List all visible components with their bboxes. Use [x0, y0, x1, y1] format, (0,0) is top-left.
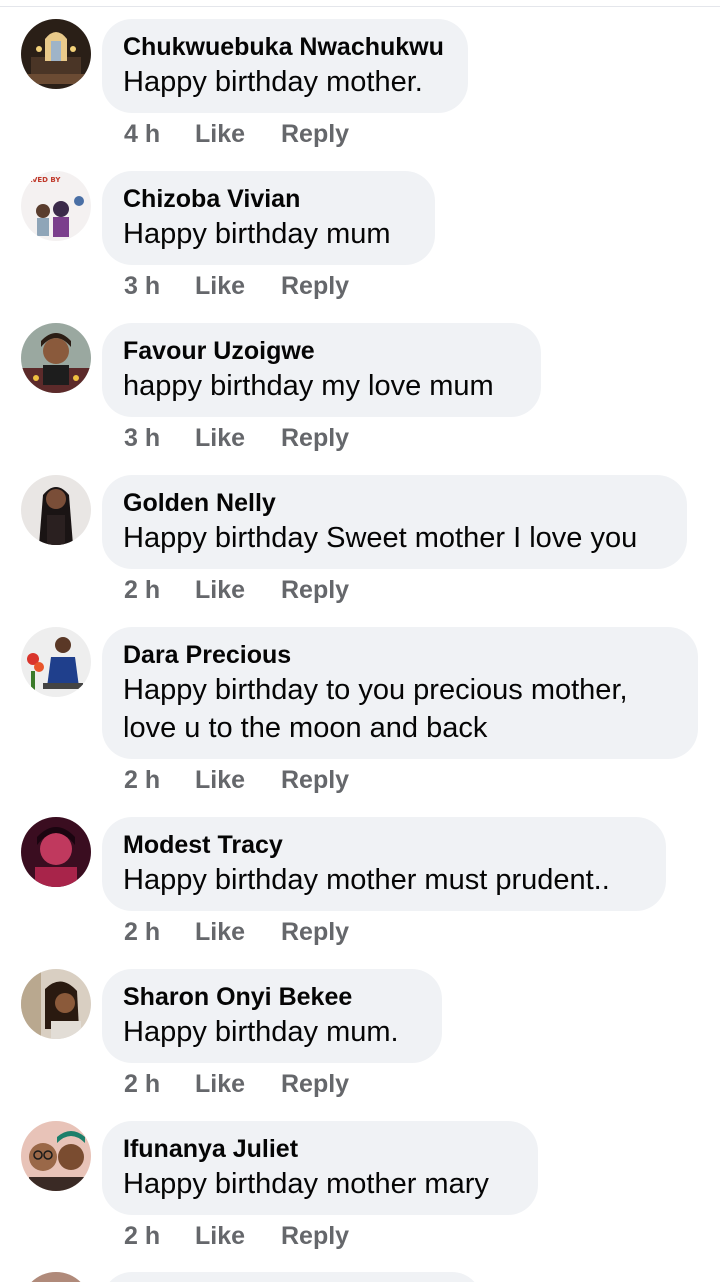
comment-actions: 2 h Like Reply — [124, 575, 349, 605]
comment-actions: 2 h Like Reply — [124, 765, 349, 795]
comment-author[interactable]: Dara Precious — [123, 639, 676, 671]
comment-text: Happy birthday mother must prudent.. — [123, 864, 610, 896]
comment-bubble[interactable]: Modest Tracy Happy birthday mother must … — [102, 817, 666, 911]
woman-seated-flowers-avatar[interactable] — [21, 627, 91, 697]
like-button[interactable]: Like — [195, 423, 281, 453]
comment-bubble[interactable] — [102, 1272, 482, 1282]
reply-button[interactable]: Reply — [281, 1069, 349, 1099]
comment-text-line: love u to the moon and back — [123, 712, 488, 744]
svg-text:AVED BY: AVED BY — [27, 176, 61, 184]
comment-time: 4 h — [124, 120, 161, 148]
like-button[interactable]: Like — [195, 271, 281, 301]
like-button[interactable]: Like — [195, 575, 281, 605]
comment-text: Happy birthday mum — [123, 218, 391, 250]
comment-text-line: Happy birthday to you precious mother, — [123, 674, 628, 706]
comment-time: 2 h — [124, 918, 161, 946]
comment-text: Happy birthday mother. — [123, 66, 423, 98]
comment-author[interactable]: Modest Tracy — [123, 829, 644, 861]
comment-bubble[interactable]: Chukwuebuka Nwachukwu Happy birthday mot… — [102, 19, 468, 113]
comment-actions: 2 h Like Reply — [124, 1069, 349, 1099]
comment-actions: 2 h Like Reply — [124, 917, 349, 947]
reply-button[interactable]: Reply — [281, 119, 349, 149]
reply-button[interactable]: Reply — [281, 1221, 349, 1251]
reply-button[interactable]: Reply — [281, 765, 349, 795]
comment-author[interactable]: Golden Nelly — [123, 487, 665, 519]
reply-button[interactable]: Reply — [281, 575, 349, 605]
comment-bubble[interactable]: Sharon Onyi Bekee Happy birthday mum. — [102, 969, 442, 1063]
woman-portrait-avatar[interactable] — [21, 323, 91, 393]
like-button[interactable]: Like — [195, 119, 281, 149]
comment-time: 2 h — [124, 1222, 161, 1250]
comment-actions: 4 h Like Reply — [124, 119, 349, 149]
reply-button[interactable]: Reply — [281, 423, 349, 453]
couple-banner-avatar[interactable]: AVED BY — [21, 171, 91, 241]
like-button[interactable]: Like — [195, 1069, 281, 1099]
like-button[interactable]: Like — [195, 765, 281, 795]
comments-feed: Chukwuebuka Nwachukwu Happy birthday mot… — [0, 0, 720, 1282]
comment-author[interactable]: Favour Uzoigwe — [123, 335, 519, 367]
comment-time: 2 h — [124, 576, 161, 604]
comment-time: 3 h — [124, 424, 161, 452]
comment-text: happy birthday my love mum — [123, 370, 494, 402]
comment-author[interactable]: Chukwuebuka Nwachukwu — [123, 31, 446, 63]
comment-author[interactable]: Ifunanya Juliet — [123, 1133, 516, 1165]
woman-pink-filter-avatar[interactable] — [21, 817, 91, 887]
divider — [0, 6, 720, 7]
woman-long-hair-avatar[interactable] — [21, 475, 91, 545]
avatar[interactable] — [21, 1272, 91, 1282]
like-button[interactable]: Like — [195, 917, 281, 947]
reply-button[interactable]: Reply — [281, 917, 349, 947]
church-interior-avatar[interactable] — [21, 19, 91, 89]
comment-author[interactable]: Chizoba Vivian — [123, 183, 413, 215]
comment-bubble[interactable]: Dara Precious Happy birthday to you prec… — [102, 627, 698, 759]
reply-button[interactable]: Reply — [281, 271, 349, 301]
comment-time: 2 h — [124, 766, 161, 794]
comment-bubble[interactable]: Favour Uzoigwe happy birthday my love mu… — [102, 323, 541, 417]
comment-text: Happy birthday mum. — [123, 1016, 399, 1048]
comment-time: 2 h — [124, 1070, 161, 1098]
two-women-selfie-avatar[interactable] — [21, 1121, 91, 1191]
comment-text: Happy birthday mother mary — [123, 1168, 489, 1200]
woman-braids-avatar[interactable] — [21, 969, 91, 1039]
comment-author[interactable]: Sharon Onyi Bekee — [123, 981, 420, 1013]
comment-actions: 3 h Like Reply — [124, 423, 349, 453]
comment-actions: 2 h Like Reply — [124, 1221, 349, 1251]
like-button[interactable]: Like — [195, 1221, 281, 1251]
comment-bubble[interactable]: Chizoba Vivian Happy birthday mum — [102, 171, 435, 265]
comment-text: Happy birthday Sweet mother I love you — [123, 522, 638, 554]
comment-actions: 3 h Like Reply — [124, 271, 349, 301]
comment-bubble[interactable]: Golden Nelly Happy birthday Sweet mother… — [102, 475, 687, 569]
comment-bubble[interactable]: Ifunanya Juliet Happy birthday mother ma… — [102, 1121, 538, 1215]
comment-time: 3 h — [124, 272, 161, 300]
